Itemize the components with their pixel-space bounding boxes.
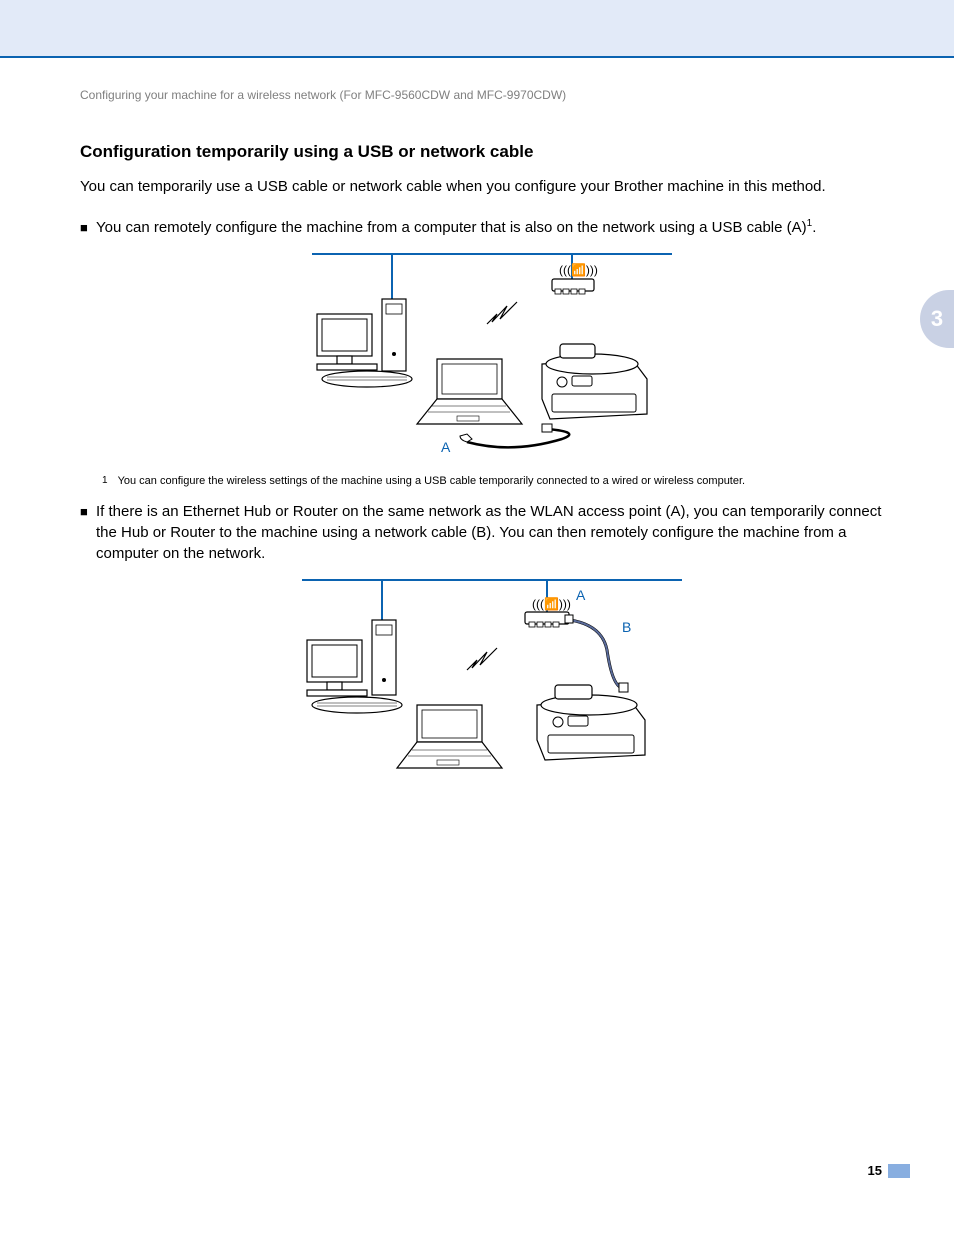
figure1-label-a: A [441, 439, 451, 455]
section-title: Configuration temporarily using a USB or… [80, 142, 884, 162]
desktop-pc-icon [317, 299, 412, 387]
figure-1: (((📶))) [80, 244, 884, 469]
running-head: Configuring your machine for a wireless … [80, 88, 884, 102]
wireless-signal-icon [487, 302, 517, 324]
bullet-item-1: ■ You can remotely configure the machine… [80, 217, 884, 238]
footnote-1: 1 You can configure the wireless setting… [102, 475, 884, 487]
figure-2: (((📶))) A B [80, 570, 884, 795]
page: 3 Configuring your machine for a wireles… [0, 0, 954, 1235]
footnote-number: 1 [102, 475, 108, 486]
printer-icon [537, 685, 645, 760]
intro-paragraph: You can temporarily use a USB cable or n… [80, 176, 884, 197]
router-icon: (((📶))) [525, 597, 571, 627]
bullet-item-2: ■ If there is an Ethernet Hub or Router … [80, 501, 884, 564]
usb-cable-icon [460, 424, 569, 447]
svg-text:(((📶))): (((📶))) [532, 597, 571, 611]
figure2-label-b: B [622, 619, 631, 635]
desktop-pc-icon [307, 620, 402, 713]
bullet-1-text: You can remotely configure the machine f… [96, 217, 816, 238]
wireless-signal-icon [467, 648, 497, 670]
ethernet-cable-icon [565, 615, 628, 692]
chapter-number: 3 [931, 306, 943, 332]
bullet-mark-icon: ■ [80, 501, 96, 564]
bullet-1-main: You can remotely configure the machine f… [96, 219, 807, 236]
printer-icon [542, 344, 647, 419]
router-icon: (((📶))) [552, 263, 598, 294]
bullet-1-end: . [812, 219, 816, 236]
figure2-label-a: A [576, 587, 586, 603]
bullet-mark-icon: ■ [80, 217, 96, 238]
svg-text:(((📶))): (((📶))) [559, 263, 598, 277]
top-band [0, 0, 954, 58]
content-area: Configuring your machine for a wireless … [0, 58, 954, 795]
figure-2-svg: (((📶))) A B [282, 570, 682, 790]
page-accent [888, 1164, 910, 1178]
footnote-text: You can configure the wireless settings … [118, 475, 746, 487]
laptop-icon [417, 359, 522, 424]
bullet-2-text: If there is an Ethernet Hub or Router on… [96, 501, 884, 564]
figure-1-svg: (((📶))) [292, 244, 672, 464]
page-number: 15 [868, 1163, 882, 1178]
laptop-icon [397, 705, 502, 768]
